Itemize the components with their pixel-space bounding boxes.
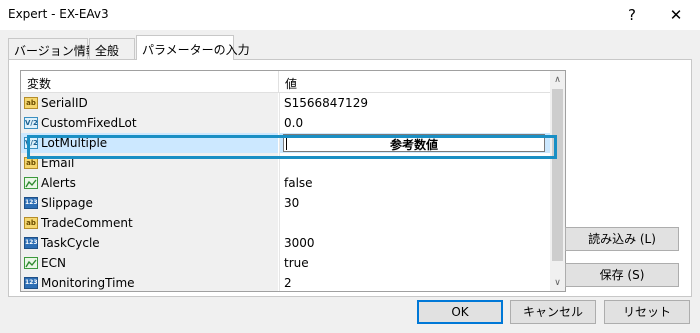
row-name-cell[interactable]: ab TradeComment [21,213,278,233]
row-name-cell[interactable]: V/2 LotMultiple [21,133,278,153]
row-name-label: Alerts [41,176,76,190]
tab-parameters[interactable]: パラメーターの入力 [136,35,250,60]
row-name-cell[interactable]: ab SerialID [21,93,278,113]
ab-string-icon: ab [24,96,38,109]
tab-version-info[interactable]: バージョン情報 [8,38,98,59]
window-title: Expert - EX-EAv3 [8,7,109,21]
row-name-label: SerialID [41,96,88,110]
close-button[interactable]: ✕ [656,0,696,30]
row-name-label: MonitoringTime [41,276,135,290]
row-value-cell[interactable]: true [279,253,550,273]
table-row[interactable]: ab Email [21,153,550,173]
int-123-icon: 123 [24,276,38,289]
tab-strip: バージョン情報 全般 パラメーターの入力 [0,30,700,60]
header-variable[interactable]: 変数 [27,75,51,92]
header-value[interactable]: 値 [285,75,297,92]
bool-icon [24,176,38,189]
grid-header: 変数 値 [21,71,550,93]
row-value-cell[interactable]: 0.0 [279,113,550,133]
parameter-grid: 変数 値 ab SerialID S1566847129 V/2 CustomFixed… [20,70,566,292]
row-value-label: 30 [284,196,300,210]
save-button[interactable]: 保存 (S) [565,263,679,287]
row-name-cell[interactable]: ECN [21,253,278,273]
reset-button[interactable]: リセット [604,300,690,324]
bool-icon [24,256,38,269]
title-bar: Expert - EX-EAv3 ? ✕ [0,0,700,30]
int-123-icon: 123 [24,196,38,209]
ab-string-icon: ab [24,156,38,169]
va-double-icon: V/2 [24,136,38,149]
row-value-cell[interactable]: 2 [279,273,550,291]
row-value-cell[interactable]: 参考数値 [279,133,550,153]
row-name-label: Email [41,156,75,170]
ab-string-icon: ab [24,216,38,229]
grid-rows: ab SerialID S1566847129 V/2 CustomFixedLot 0.… [21,93,550,291]
row-value-label: 3000 [284,236,315,250]
row-name-cell[interactable]: 123 TaskCycle [21,233,278,253]
row-name-label: TradeComment [41,216,133,230]
row-name-label: ECN [41,256,66,270]
vertical-scrollbar[interactable]: ∧ ∨ [550,71,565,291]
row-value-label: S1566847129 [284,96,368,110]
row-name-cell[interactable]: 123 Slippage [21,193,278,213]
row-value-cell[interactable] [279,213,550,233]
int-123-icon: 123 [24,236,38,249]
header-divider[interactable] [278,71,279,93]
table-row[interactable]: V/2 CustomFixedLot 0.0 [21,113,550,133]
row-name-label: Slippage [41,196,93,210]
table-row[interactable]: 123 TaskCycle 3000 [21,233,550,253]
row-value-cell[interactable]: false [279,173,550,193]
table-row[interactable]: Alerts false [21,173,550,193]
row-value-label: true [284,256,309,270]
row-name-cell[interactable]: 123 MonitoringTime [21,273,278,291]
ok-button[interactable]: OK [417,300,503,324]
scroll-thumb[interactable] [552,89,563,261]
tab-page-parameters: 変数 値 ab SerialID S1566847129 V/2 CustomFixed… [8,59,692,297]
row-name-cell[interactable]: Alerts [21,173,278,193]
expert-dialog: Expert - EX-EAv3 ? ✕ バージョン情報 全般 パラメーターの入… [0,0,700,333]
value-edit-field[interactable]: 参考数値 [283,134,545,152]
row-value-cell[interactable]: S1566847129 [279,93,550,113]
cancel-button[interactable]: キャンセル [510,300,596,324]
row-name-cell[interactable]: V/2 CustomFixedLot [21,113,278,133]
row-value-cell[interactable]: 3000 [279,233,550,253]
table-row[interactable]: 123 MonitoringTime 2 [21,273,550,291]
row-name-label: TaskCycle [41,236,100,250]
table-row[interactable]: ab TradeComment [21,213,550,233]
table-row[interactable]: ECN true [21,253,550,273]
row-value-cell[interactable] [279,153,550,173]
tab-general[interactable]: 全般 [89,38,135,59]
row-name-label: LotMultiple [41,136,108,150]
table-row[interactable]: ab SerialID S1566847129 [21,93,550,113]
table-row[interactable]: 123 Slippage 30 [21,193,550,213]
scroll-down-icon[interactable]: ∨ [550,274,565,291]
va-double-icon: V/2 [24,116,38,129]
edit-annotation-text: 参考数値 [389,138,438,152]
row-value-label: 2 [284,276,292,290]
row-value-label: 0.0 [284,116,304,130]
help-button[interactable]: ? [612,0,652,30]
scroll-up-icon[interactable]: ∧ [550,71,565,88]
row-name-cell[interactable]: ab Email [21,153,278,173]
row-name-label: CustomFixedLot [41,116,137,130]
row-value-label: false [284,176,313,190]
row-value-cell[interactable]: 30 [279,193,550,213]
table-row[interactable]: V/2 LotMultiple 参考数値 [21,133,550,153]
load-button[interactable]: 読み込み (L) [565,227,679,251]
